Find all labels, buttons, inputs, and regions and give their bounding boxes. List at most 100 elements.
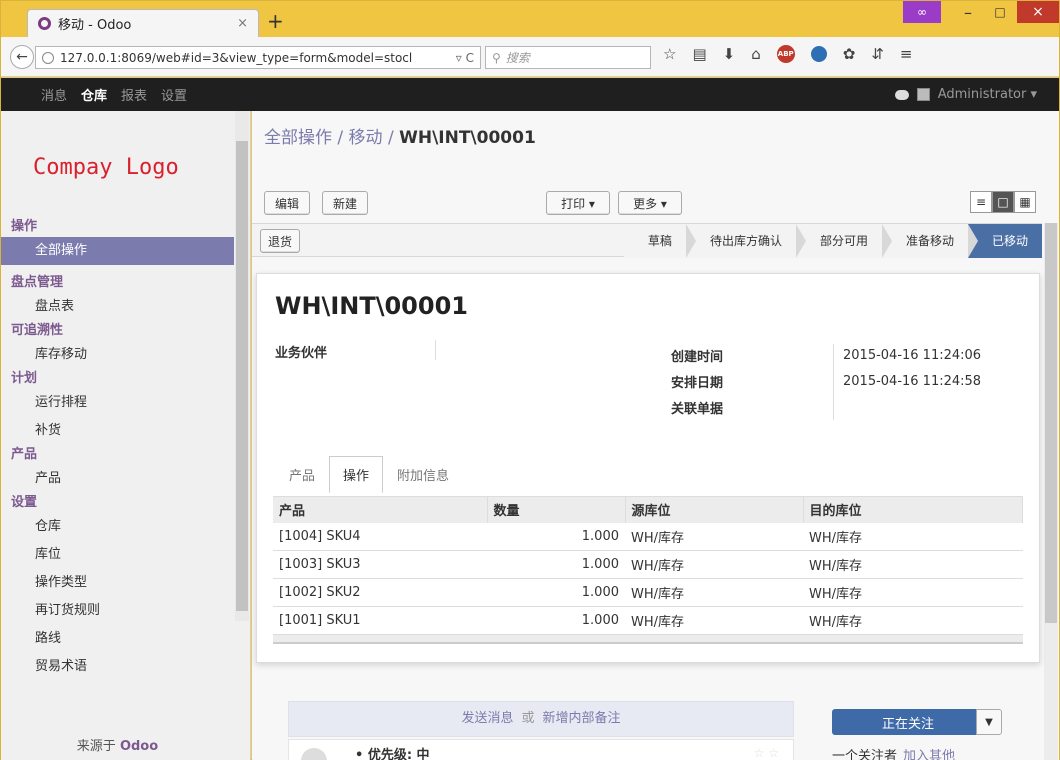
more-dropdown[interactable]: 更多 ▾ <box>618 191 682 215</box>
return-button[interactable]: 退货 <box>260 229 300 253</box>
log-note-link[interactable]: 新增内部备注 <box>543 711 621 726</box>
list-view-icon[interactable]: ≡ <box>970 191 992 213</box>
column-header-quantity[interactable]: 数量 <box>487 496 626 523</box>
sidebar-scrollbar[interactable] <box>235 111 249 621</box>
record-title: WH\INT\00001 <box>275 292 468 320</box>
back-arrow-icon[interactable]: ← <box>10 45 34 69</box>
search-placeholder: 搜索 <box>505 51 530 65</box>
column-header-source-location[interactable]: 源库位 <box>625 496 804 523</box>
cell-quantity: 1.000 <box>487 522 625 551</box>
cell-source-location: WH/库存 <box>625 522 803 551</box>
breadcrumb-separator: / <box>382 128 400 148</box>
sidebar-item-routes[interactable]: 路线 <box>1 625 234 653</box>
menu-hamburger-icon[interactable]: ≡ <box>900 45 913 63</box>
sidebar-item-inventory-adjustments[interactable]: 盘点表 <box>1 293 234 321</box>
tab-products[interactable]: 产品 <box>275 456 329 493</box>
reading-list-icon[interactable]: ▤ <box>692 45 706 63</box>
chatter-composer: 发送消息或新增内部备注 <box>288 701 794 737</box>
notebook-tabs: 产品 操作 附加信息 <box>275 456 463 493</box>
cell-quantity: 1.000 <box>487 550 625 579</box>
address-bar[interactable]: 127.0.0.1:8069/web#id=3&view_type=form&m… <box>35 46 481 69</box>
followers-count[interactable]: 一个关注者 <box>832 749 897 760</box>
powered-by-prefix: 来源于 <box>76 739 116 754</box>
chat-icon[interactable] <box>894 89 909 100</box>
scheduled-date-value[interactable]: 2015-04-16 11:24:58 <box>843 374 981 389</box>
home-icon[interactable]: ⌂ <box>751 45 761 63</box>
odoo-link[interactable]: Odoo <box>120 739 158 754</box>
following-button[interactable]: 正在关注 <box>832 709 984 735</box>
print-dropdown[interactable]: 打印 ▾ <box>546 191 610 215</box>
menu-settings[interactable]: 设置 <box>161 85 187 104</box>
breadcrumb-current: WH\INT\00001 <box>399 128 536 148</box>
form-view-icon[interactable]: □ <box>992 191 1014 213</box>
sidebar-item-incoterms[interactable]: 贸易术语 <box>1 653 234 681</box>
browser-tab[interactable]: 移动 - Odoo × <box>27 9 259 37</box>
status-done[interactable]: 已移动 <box>967 224 1042 258</box>
new-tab-button[interactable]: + <box>267 11 284 31</box>
tab-additional-info[interactable]: 附加信息 <box>383 456 463 493</box>
content-scrollbar[interactable] <box>1044 223 1058 760</box>
column-header-destination-location[interactable]: 目的库位 <box>803 496 1023 523</box>
adblock-icon[interactable]: ABP <box>776 45 795 63</box>
menu-warehouse[interactable]: 仓库 <box>81 85 107 104</box>
column-header-product[interactable]: 产品 <box>273 496 488 523</box>
sidebar-item-operation-types[interactable]: 操作类型 <box>1 569 234 597</box>
calendar-view-icon[interactable]: ▦ <box>1014 191 1036 213</box>
top-menu-items: 消息 仓库 报表 设置 <box>41 78 187 111</box>
scheduled-date-label: 安排日期 <box>671 376 724 391</box>
chatter-message: • 优先级: 中 ☆ ☆ <box>288 739 794 760</box>
menu-messages[interactable]: 消息 <box>41 85 67 104</box>
maximize-button[interactable]: □ <box>985 1 1015 23</box>
add-followers-link[interactable]: 加入其他 <box>903 749 955 760</box>
status-partially-available[interactable]: 部分可用 <box>795 224 892 258</box>
close-tab-icon[interactable]: × <box>237 16 248 31</box>
content-scroll-thumb[interactable] <box>1045 223 1057 623</box>
edit-button[interactable]: 编辑 <box>264 191 310 215</box>
browser-search-input[interactable]: ⚲ 搜索 <box>485 46 651 69</box>
create-button[interactable]: 新建 <box>322 191 368 215</box>
sidebar-header-configuration: 设置 <box>11 495 38 510</box>
reload-icon[interactable]: ▿ C <box>450 51 474 65</box>
table-footer <box>273 634 1023 644</box>
user-menu[interactable]: Administrator ▾ <box>894 78 1037 111</box>
close-window-button[interactable]: × <box>1017 1 1059 23</box>
tab-operations[interactable]: 操作 <box>329 456 384 493</box>
table-row[interactable]: [1004] SKU4 1.000 WH/库存 WH/库存 <box>273 522 1023 551</box>
extension-icon[interactable] <box>810 46 827 62</box>
sync-icon[interactable]: ⇵ <box>871 45 884 63</box>
sidebar-item-products[interactable]: 产品 <box>1 465 234 493</box>
sidebar: Compay Logo 操作 全部操作 盘点管理 盘点表 可追溯性 库存移动 计… <box>1 111 251 760</box>
table-row[interactable]: [1003] SKU3 1.000 WH/库存 WH/库存 <box>273 550 1023 579</box>
sidebar-item-reorder-rules[interactable]: 再订货规则 <box>1 597 234 625</box>
odoo-top-menu: 消息 仓库 报表 设置 Administrator ▾ <box>1 78 1059 111</box>
sidebar-scroll-thumb[interactable] <box>236 141 248 611</box>
table-row[interactable]: [1001] SKU1 1.000 WH/库存 WH/库存 <box>273 606 1023 635</box>
avatar <box>916 88 930 101</box>
status-ready[interactable]: 准备移动 <box>881 224 979 258</box>
globe-icon <box>42 51 54 64</box>
breadcrumb-moves[interactable]: 移动 <box>349 128 383 148</box>
breadcrumb-all-operations[interactable]: 全部操作 <box>264 128 332 148</box>
sidebar-item-all-operations[interactable]: 全部操作 <box>1 237 234 265</box>
follow-dropdown-icon[interactable]: ▼ <box>976 709 1002 735</box>
cell-destination-location: WH/库存 <box>803 606 1023 635</box>
sidebar-item-stock-moves[interactable]: 库存移动 <box>1 341 234 369</box>
status-draft[interactable]: 草稿 <box>623 224 696 258</box>
field-divider <box>435 340 436 360</box>
send-message-link[interactable]: 发送消息 <box>461 711 513 726</box>
menu-reports[interactable]: 报表 <box>121 85 147 104</box>
minimize-button[interactable]: – <box>953 1 983 23</box>
sidebar-item-warehouses[interactable]: 仓库 <box>1 513 234 541</box>
bookmark-star-icon[interactable]: ☆ <box>663 45 676 63</box>
breadcrumb: 全部操作 / 移动 / WH\INT\00001 <box>264 123 536 148</box>
addon-icon[interactable]: ✿ <box>843 45 856 63</box>
sidebar-item-locations[interactable]: 库位 <box>1 541 234 569</box>
status-waiting[interactable]: 待出库方确认 <box>685 224 806 258</box>
sidebar-item-replenishment[interactable]: 补货 <box>1 417 234 445</box>
message-star-icon[interactable]: ☆ ☆ <box>754 746 779 760</box>
download-icon[interactable]: ⬇ <box>723 45 736 63</box>
table-row[interactable]: [1002] SKU2 1.000 WH/库存 WH/库存 <box>273 578 1023 607</box>
sidebar-item-run-schedulers[interactable]: 运行排程 <box>1 389 234 417</box>
cell-destination-location: WH/库存 <box>803 522 1023 551</box>
company-logo[interactable]: Compay Logo <box>33 155 179 180</box>
